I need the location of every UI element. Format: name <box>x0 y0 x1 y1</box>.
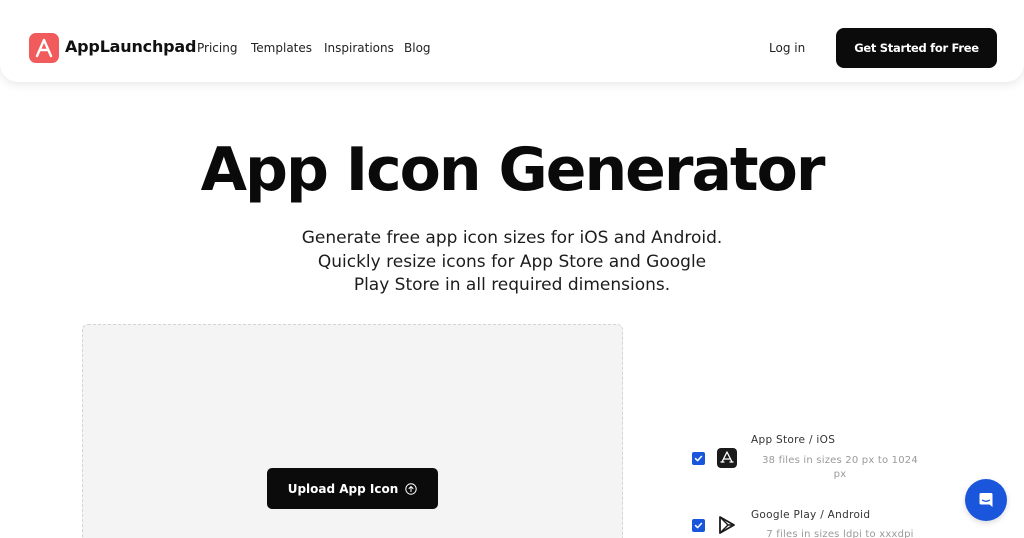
nav-link-inspirations[interactable]: Inspirations <box>324 41 394 55</box>
google-play-icon <box>717 515 737 535</box>
android-checkbox[interactable] <box>692 519 705 532</box>
brand-name[interactable]: AppLaunchpad <box>65 37 196 56</box>
top-navbar: AppLaunchpad Pricing Templates Inspirati… <box>0 0 1024 82</box>
desc-line: 7 files in sizes ldpi to xxxdpi <box>766 529 914 538</box>
subtitle-line: Play Store in all required dimensions. <box>353 275 671 295</box>
get-started-button[interactable]: Get Started for Free <box>836 28 997 68</box>
nav-link-blog[interactable]: Blog <box>404 41 431 55</box>
chat-icon <box>979 493 993 507</box>
desc-line: px <box>833 469 847 480</box>
ios-checkbox[interactable] <box>692 452 705 465</box>
check-icon <box>694 522 703 529</box>
upload-button-label: Upload App Icon <box>287 481 399 496</box>
page-title: App Icon Generator <box>200 135 826 205</box>
android-platform-desc: 7 files in sizes ldpi to xxxdpi <box>752 528 928 538</box>
ios-platform-desc: 38 files in sizes 20 px to 1024 px <box>752 454 928 482</box>
check-icon <box>694 455 703 462</box>
desc-line: 38 files in sizes 20 px to 1024 <box>762 455 918 466</box>
page-subtitle: Generate free app icon sizes for iOS and… <box>0 227 1024 298</box>
chat-launcher-button[interactable] <box>965 479 1007 521</box>
logo-icon[interactable] <box>29 33 59 63</box>
android-platform-title: Google Play / Android <box>751 509 871 521</box>
upload-app-icon-button[interactable]: Upload App Icon <box>267 468 438 509</box>
login-link[interactable]: Log in <box>769 41 805 55</box>
arrow-up-circle-icon <box>405 482 417 495</box>
app-store-icon <box>717 448 737 468</box>
subtitle-line: Quickly resize icons for App Store and G… <box>317 251 707 272</box>
subtitle-line: Generate free app icon sizes for iOS and… <box>301 228 723 248</box>
nav-link-templates[interactable]: Templates <box>251 41 312 55</box>
nav-link-pricing[interactable]: Pricing <box>197 41 237 55</box>
ios-platform-title: App Store / iOS <box>751 434 836 446</box>
